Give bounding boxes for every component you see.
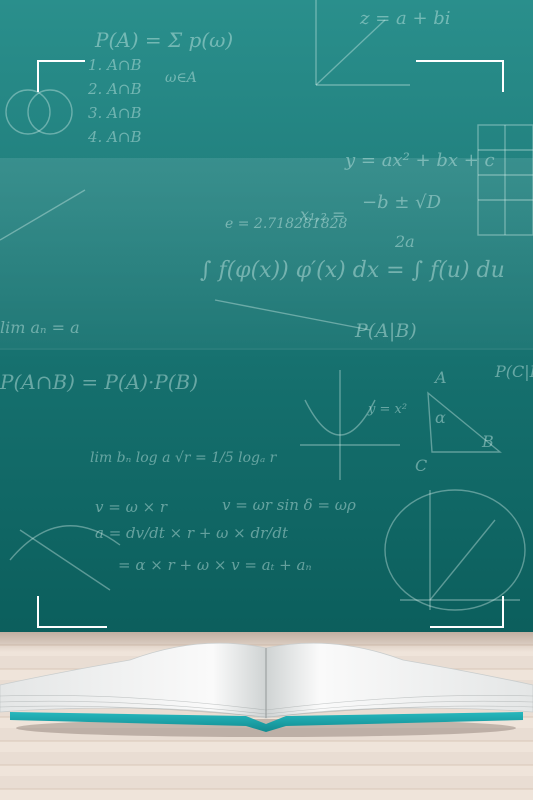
frame-corner-top-right bbox=[416, 60, 504, 92]
frame-corner-top-left bbox=[37, 60, 85, 92]
arrow-diag bbox=[19, 529, 111, 591]
book-right-pages bbox=[265, 642, 533, 719]
chalkboard: P(A) = Σ p(ω) ω∈A z = a + bi 1. A∩B 2. A… bbox=[0, 0, 533, 640]
chalk-sketches bbox=[0, 0, 533, 611]
arrow-line bbox=[0, 189, 86, 241]
book-left-pages bbox=[0, 642, 267, 719]
triangle-shape bbox=[427, 391, 502, 453]
poster-background: P(A) = Σ p(ω) ω∈A z = a + bi 1. A∩B 2. A… bbox=[0, 0, 533, 800]
arc-sketch bbox=[9, 525, 121, 561]
diagonal-line bbox=[214, 299, 371, 331]
ellipse-orbit bbox=[384, 489, 526, 611]
vector-line bbox=[315, 19, 386, 86]
orbit-vector bbox=[429, 519, 496, 601]
open-book bbox=[0, 642, 533, 737]
